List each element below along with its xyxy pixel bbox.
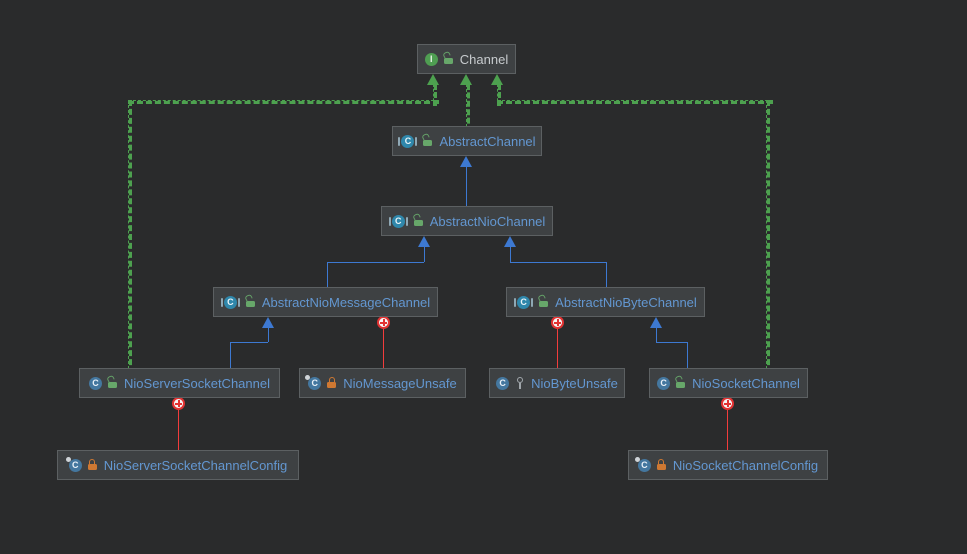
class-node-nio-server-socket-channel-config[interactable]: C NioServerSocketChannelConfig [57,450,299,480]
inner-class-anchor-icon [172,397,185,410]
inner-class-anchor-icon [721,397,734,410]
interface-icon: I [424,52,438,66]
extends-arrowhead [504,236,516,247]
abstract-marker [415,136,418,146]
private-visibility-icon [327,377,337,389]
abstract-marker [398,136,401,146]
extends-edge-segment [327,262,424,263]
abstract-marker [220,297,223,307]
extends-edge-segment [656,328,657,342]
uml-diagram-canvas[interactable]: I Channel C AbstractChannel C AbstractNi… [0,0,967,554]
public-visibility-icon [413,215,424,227]
extends-arrowhead [418,236,430,247]
implements-edge-segment [466,84,470,132]
class-node-nio-server-socket-channel[interactable]: C NioServerSocketChannel [79,368,280,398]
class-name-label: NioServerSocketChannelConfig [103,457,288,473]
class-icon: C [89,376,103,390]
inner-class-edge-segment [178,409,179,450]
abstract-marker [388,216,391,226]
inner-class-edge-segment [557,328,558,368]
class-name-label: AbstractNioByteChannel [555,294,697,310]
extends-edge-segment [230,342,231,368]
extends-edge-segment [424,247,425,262]
class-node-abstract-channel[interactable]: C AbstractChannel [392,126,542,156]
implements-edge-segment [766,100,770,374]
class-name-label: NioByteUnsafe [531,375,618,391]
class-name-label: AbstractNioMessageChannel [261,294,431,310]
abstract-marker [514,297,517,307]
extends-arrowhead [262,317,274,328]
class-letter: C [517,295,531,309]
class-letter: C [223,295,237,309]
class-node-nio-socket-channel[interactable]: C NioSocketChannel [649,368,808,398]
extends-edge-segment [510,247,511,262]
extends-edge-segment [466,167,467,206]
abstract-marker [531,297,534,307]
class-name-label: AbstractChannel [439,133,536,149]
class-node-nio-message-unsafe[interactable]: C NioMessageUnsafe [299,368,466,398]
extends-edge-segment [606,262,607,287]
class-name-label: NioServerSocketChannel [124,375,270,391]
class-node-channel[interactable]: I Channel [417,44,516,74]
class-icon: C [496,376,510,390]
abstract-class-icon: C [388,214,408,228]
implements-edge-segment [128,100,439,104]
class-name-label: Channel [459,51,509,67]
extends-edge-segment [268,328,269,342]
protected-visibility-icon [515,377,525,389]
class-icon: C [657,376,671,390]
implements-edge-segment [497,100,773,104]
public-visibility-icon [423,135,433,147]
inner-class-edge-segment [727,409,728,450]
class-node-abstract-nio-byte-channel[interactable]: C AbstractNioByteChannel [506,287,705,317]
extends-arrowhead [650,317,662,328]
class-name-label: NioSocketChannel [692,375,800,391]
class-letter: C [401,134,415,148]
class-name-label: NioMessageUnsafe [343,375,457,391]
extends-edge-segment [656,342,687,343]
abstract-class-icon: C [514,295,534,309]
extends-edge-segment [510,262,606,263]
inner-class-anchor-icon [551,316,564,329]
public-visibility-icon [676,377,686,389]
abstract-marker [405,216,408,226]
class-node-nio-socket-channel-config[interactable]: C NioSocketChannelConfig [628,450,828,480]
inner-class-anchor-icon [377,316,390,329]
abstract-class-icon: C [220,295,240,309]
inner-class-icon: C [634,456,651,472]
class-name-label: NioSocketChannelConfig [672,457,819,473]
public-visibility-icon [245,296,256,308]
extends-arrowhead [460,156,472,167]
private-visibility-icon [656,459,667,471]
public-visibility-icon [443,53,454,65]
class-node-abstract-nio-message-channel[interactable]: C AbstractNioMessageChannel [213,287,438,317]
inner-class-icon: C [65,456,82,472]
abstract-marker [237,297,240,307]
public-visibility-icon [108,377,118,389]
extends-edge-segment [327,262,328,287]
extends-edge-segment [230,342,268,343]
abstract-class-icon: C [398,134,418,148]
inner-class-icon: C [305,374,322,390]
extends-edge-segment [687,342,688,368]
inner-class-edge-segment [383,328,384,368]
class-name-label: AbstractNioChannel [429,213,546,229]
implements-edge-segment [128,100,132,374]
private-visibility-icon [87,459,98,471]
class-letter: C [391,214,405,228]
public-visibility-icon [539,296,549,308]
class-node-nio-byte-unsafe[interactable]: C NioByteUnsafe [489,368,625,398]
class-node-abstract-nio-channel[interactable]: C AbstractNioChannel [381,206,553,236]
